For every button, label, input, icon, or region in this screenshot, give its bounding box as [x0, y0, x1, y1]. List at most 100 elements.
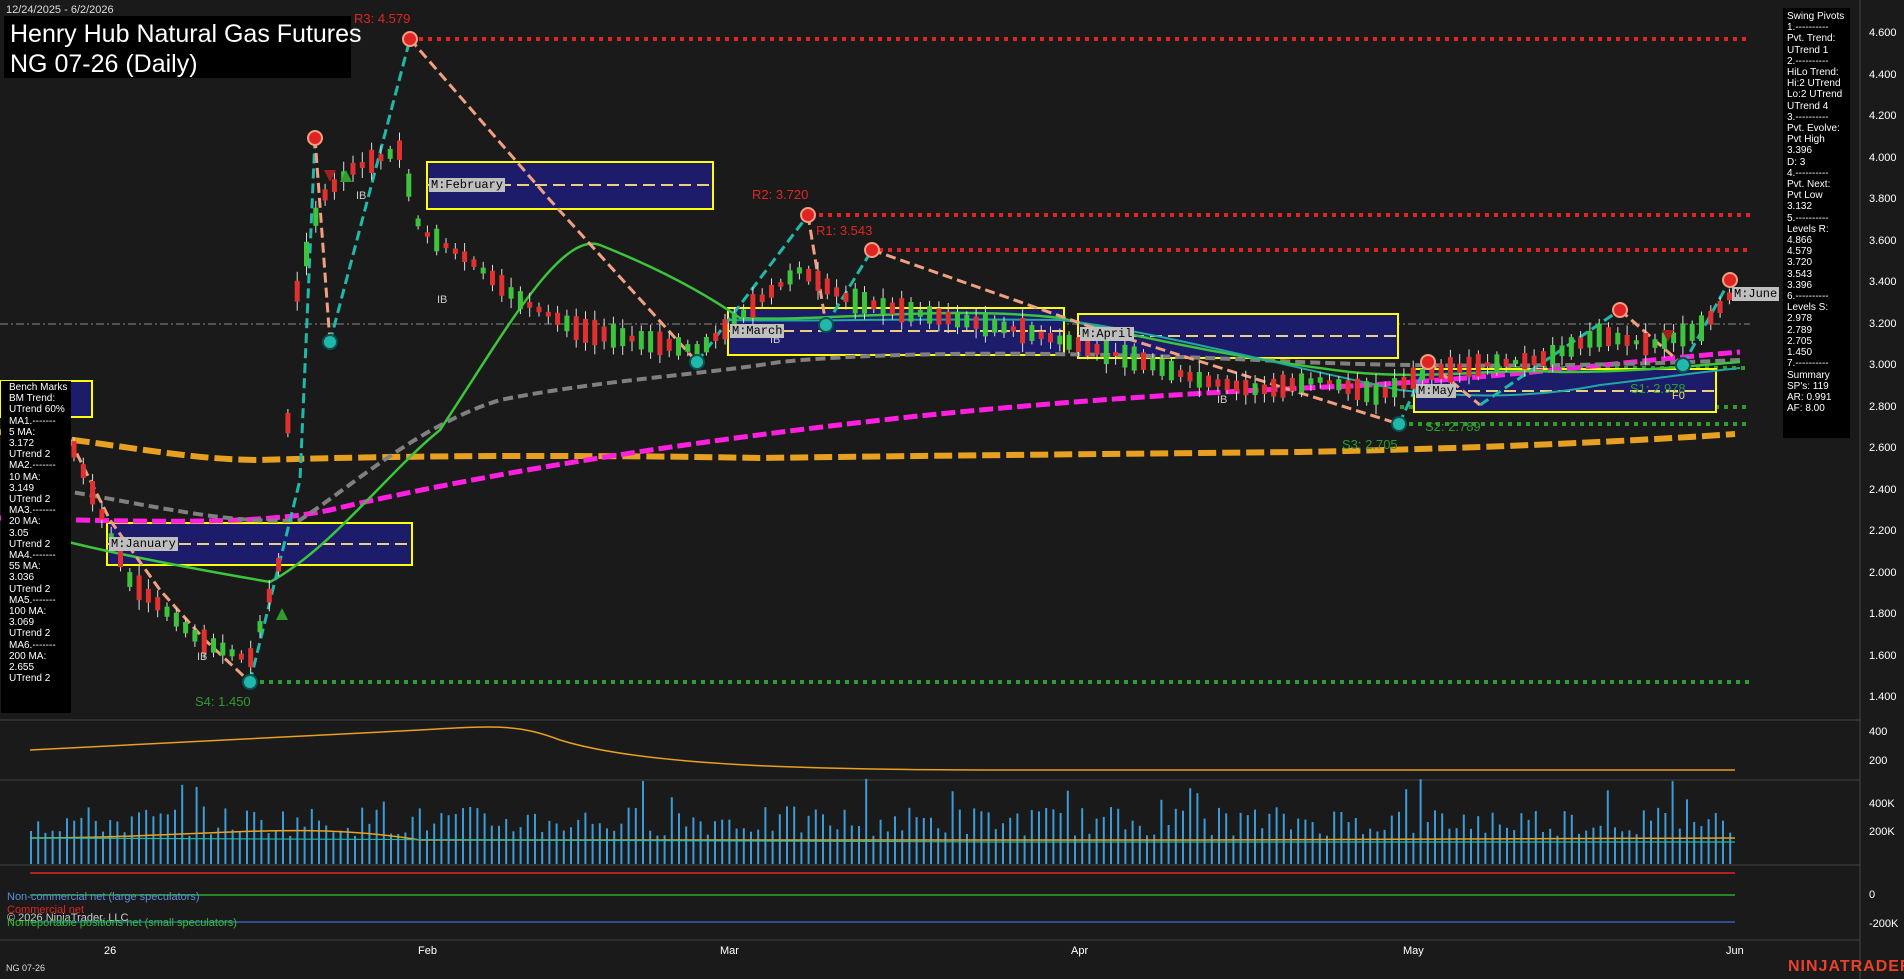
candle: [1708, 310, 1714, 325]
volume-bar: [562, 830, 565, 864]
candle: [778, 282, 784, 287]
candle: [304, 241, 309, 267]
volume-bar: [411, 816, 414, 864]
price-axis-label: 1.800: [1869, 608, 1897, 620]
volume-bar: [757, 829, 760, 864]
volume-bar: [800, 832, 803, 864]
candle: [480, 267, 486, 274]
volume-bar: [1066, 790, 1069, 864]
volume-bar: [613, 830, 616, 864]
candle: [629, 335, 635, 342]
candle: [610, 323, 616, 348]
candle: [982, 312, 988, 337]
volume-bar: [1419, 779, 1422, 864]
volume-bar: [382, 801, 385, 864]
candle: [145, 588, 151, 603]
candle: [1438, 363, 1444, 380]
candle: [1606, 327, 1611, 347]
volume-bar: [908, 807, 911, 864]
candle: [583, 318, 588, 343]
pivot-line: 3.543: [1787, 268, 1813, 280]
volume-bar: [483, 813, 486, 864]
candle: [1122, 344, 1128, 368]
cot-axis-0: 0: [1869, 889, 1876, 901]
volume-bar: [1297, 818, 1300, 864]
volume-bar: [1282, 813, 1285, 864]
month-label-june: M:June: [1732, 287, 1780, 301]
candle: [1717, 301, 1723, 313]
month-label-may: M:May: [1416, 384, 1457, 398]
volume-bar: [591, 823, 594, 864]
price-axis-label: 2.400: [1869, 483, 1897, 496]
pivot-line: 3.720: [1787, 257, 1813, 269]
volume-bar: [66, 818, 68, 864]
volume-bar: [94, 820, 97, 864]
legend-nonreportable: Nonreportable positions net (small specu…: [7, 917, 237, 929]
candle: [1150, 358, 1156, 371]
candle: [1131, 346, 1137, 371]
volume-bar: [577, 819, 580, 864]
price-axis-label: 2.200: [1869, 525, 1897, 537]
volume-bar: [202, 806, 205, 864]
candle: [1587, 330, 1593, 348]
candle: [889, 302, 895, 315]
price-chart[interactable]: [0, 0, 1904, 979]
volume-bar: [296, 817, 299, 864]
bench-line: 20 MA:: [9, 516, 41, 528]
candle: [1475, 354, 1481, 377]
volume-bar: [260, 819, 263, 864]
candle: [992, 318, 998, 333]
volume-bar: [764, 807, 767, 864]
bench-line: 3.149: [9, 482, 35, 494]
candle: [1336, 379, 1342, 391]
candle: [266, 588, 272, 603]
candle: [1531, 355, 1537, 366]
candle: [1540, 351, 1546, 367]
volume-bar: [555, 823, 558, 864]
volume-bar: [1362, 834, 1364, 864]
volume-bar: [30, 830, 32, 864]
candle: [741, 309, 747, 318]
volume-bar: [1261, 828, 1264, 864]
candle: [592, 319, 598, 346]
volume-bar: [469, 806, 472, 864]
volume-bar: [1700, 826, 1703, 864]
bench-line: 2.655: [9, 662, 35, 674]
volume-bar: [541, 831, 544, 864]
volume-bar: [980, 811, 983, 864]
candle: [1513, 359, 1518, 365]
volume-bar: [58, 831, 61, 864]
volume-bar: [346, 827, 349, 864]
candle: [1633, 340, 1639, 345]
legend-noncommercial: Non-commercial net (large speculators): [7, 891, 200, 903]
volume-bar: [246, 810, 248, 864]
pivot-line: 5.----------: [1787, 212, 1829, 224]
volume-bar: [706, 834, 709, 864]
candle: [1643, 333, 1649, 356]
candle: [276, 557, 282, 572]
candle: [834, 287, 840, 297]
bench-line: MA4.-------: [9, 550, 56, 562]
volume-bar: [512, 831, 515, 864]
candle: [1578, 337, 1584, 349]
candle: [1457, 363, 1463, 374]
candle: [620, 328, 626, 347]
volume-bar: [858, 826, 860, 864]
volume-bar: [1124, 829, 1127, 864]
candle: [759, 294, 765, 303]
candle: [1057, 335, 1063, 345]
bench-line: 3.069: [9, 617, 35, 629]
volume-bar: [1318, 833, 1321, 864]
candle: [136, 575, 142, 601]
candle: [443, 243, 449, 249]
candle: [285, 412, 291, 434]
volume-bar: [397, 833, 400, 864]
bench-line: 5 MA:: [9, 426, 36, 438]
candle: [648, 331, 654, 353]
volume-bar: [670, 797, 673, 864]
candle: [1029, 325, 1035, 341]
volume-bar: [728, 819, 731, 864]
volume-bar: [836, 829, 839, 864]
volume-bar: [418, 808, 421, 864]
candle: [1103, 339, 1109, 365]
